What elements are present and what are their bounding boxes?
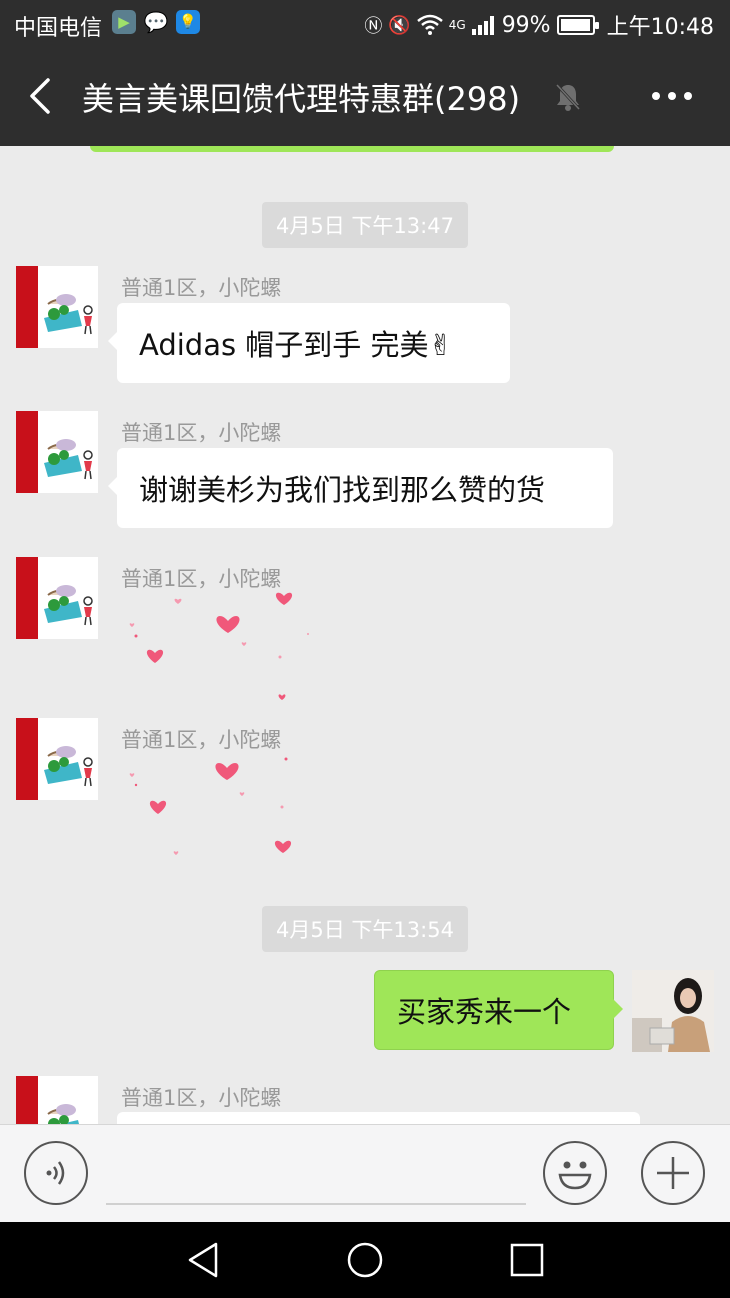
status-bar: 中国电信 ▶ 💬 💡 Ⓝ 🔇 4G 99% 上午10:48: [0, 0, 730, 48]
battery-icon: [556, 15, 599, 35]
chat-header: 美言美课回馈代理特惠群(298): [0, 48, 730, 146]
notification-icons: ▶ 💬 💡: [112, 10, 200, 34]
nav-recents-icon[interactable]: [507, 1240, 547, 1280]
previous-my-bubble-edge: [90, 146, 614, 152]
back-arrow-icon[interactable]: [26, 76, 54, 116]
avatar[interactable]: [16, 557, 98, 639]
avatar[interactable]: [16, 411, 98, 493]
sender-name: 普通1区，小陀螺: [121, 421, 282, 445]
wifi-icon: [416, 14, 443, 35]
signal-icon: [471, 16, 494, 35]
message-bubble[interactable]: Adidas 帽子到手 完美✌: [108, 303, 510, 383]
chat-title: 美言美课回馈代理特惠群(298): [82, 80, 521, 118]
more-actions-button[interactable]: [641, 1141, 705, 1205]
my-message-bubble[interactable]: 买家秀来一个: [374, 970, 623, 1050]
lightbulb-icon: 💡: [176, 10, 200, 34]
sender-name: 普通1区，小陀螺: [121, 728, 282, 752]
plus-icon: [657, 1157, 689, 1189]
play-store-icon: ▶: [112, 10, 136, 34]
carrier-label: 中国电信: [14, 16, 103, 41]
message-bubble[interactable]: 谢谢美杉为我们找到那么赞的货: [108, 448, 613, 528]
chat-notification-icon: 💬: [143, 10, 169, 34]
message-input[interactable]: [106, 1145, 526, 1205]
avatar[interactable]: [16, 266, 98, 348]
emoji-button[interactable]: [543, 1141, 607, 1205]
more-options-icon[interactable]: [650, 86, 694, 106]
sender-name: 普通1区，小陀螺: [121, 567, 282, 591]
nav-home-icon[interactable]: [345, 1240, 385, 1280]
network-type: 4G: [448, 18, 466, 32]
system-nav-bar: [0, 1222, 730, 1298]
voice-input-button[interactable]: [24, 1141, 88, 1205]
avatar[interactable]: [16, 1076, 98, 1124]
hearts-sticker[interactable]: [118, 752, 318, 862]
muted-bell-icon: [555, 83, 581, 111]
nfc-icon: Ⓝ: [364, 16, 383, 37]
clock: 上午10:48: [606, 15, 714, 40]
nav-back-icon[interactable]: [184, 1240, 224, 1280]
timestamp: 4月5日 下午13:47: [0, 202, 730, 248]
chat-messages[interactable]: 4月5日 下午13:47 普通1区，小陀螺 Adidas 帽子到手 完美✌ 普通…: [0, 146, 730, 1124]
voice-icon: [46, 1161, 65, 1185]
smiley-icon: [558, 1161, 592, 1190]
sender-name: 普通1区，小陀螺: [121, 276, 282, 300]
message-bubble[interactable]: [117, 1112, 640, 1124]
my-avatar[interactable]: [632, 970, 714, 1052]
status-right: Ⓝ 🔇 4G 99% 上午10:48: [364, 9, 714, 41]
input-bar: [0, 1124, 730, 1222]
hearts-sticker[interactable]: [118, 591, 318, 701]
timestamp: 4月5日 下午13:54: [0, 906, 730, 952]
sender-name: 普通1区，小陀螺: [121, 1086, 282, 1110]
avatar[interactable]: [16, 718, 98, 800]
battery-percent: 99%: [501, 12, 551, 38]
mute-status-icon: 🔇: [388, 14, 411, 36]
